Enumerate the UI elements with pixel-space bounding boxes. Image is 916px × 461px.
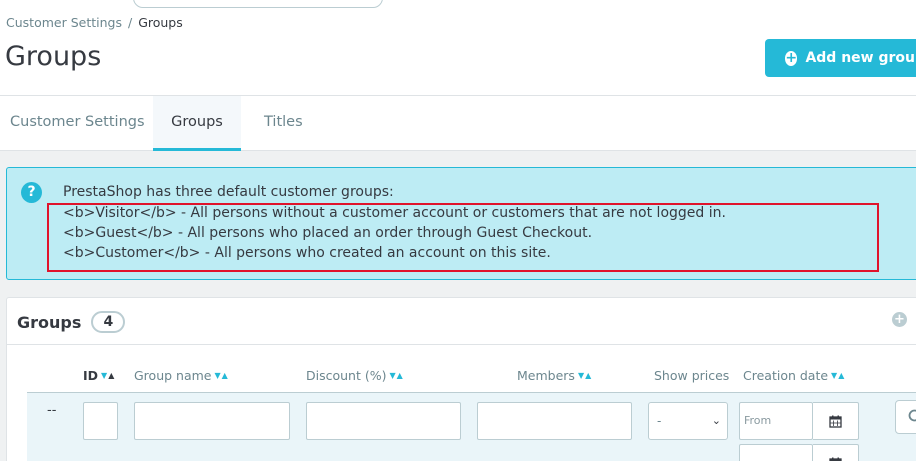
panel-add-icon[interactable]: + <box>892 312 907 327</box>
column-header-group-name[interactable]: Group name ▼▲ <box>134 368 229 383</box>
column-header-discount-label: Discount (%) <box>306 368 387 383</box>
calendar-icon <box>829 457 842 461</box>
id-filter-input[interactable] <box>83 402 118 440</box>
sort-arrows-icon[interactable]: ▼▲ <box>101 371 115 380</box>
highlight-annotation-box <box>47 203 879 272</box>
tab-groups[interactable]: Groups <box>153 96 241 151</box>
sort-arrows-icon[interactable]: ▼▲ <box>214 371 228 380</box>
top-search-input[interactable] <box>133 0 383 8</box>
breadcrumb: Customer Settings / Groups <box>6 15 183 30</box>
sort-arrows-icon[interactable]: ▼▲ <box>831 371 845 380</box>
breadcrumb-parent-link[interactable]: Customer Settings <box>6 15 122 30</box>
column-header-group-name-label: Group name <box>134 368 212 383</box>
calendar-button[interactable] <box>813 402 859 440</box>
sort-arrows-icon[interactable]: ▼▲ <box>578 371 592 380</box>
column-header-discount[interactable]: Discount (%) ▼▲ <box>306 368 404 383</box>
filter-row-marker: -- <box>47 403 57 418</box>
column-header-creation-date[interactable]: Creation date ▼▲ <box>743 368 845 383</box>
sort-arrows-icon[interactable]: ▼▲ <box>389 371 403 380</box>
filter-row: -- - ⌄ From <box>27 392 916 461</box>
page-title: Groups <box>5 41 102 72</box>
calendar-icon <box>829 415 842 428</box>
panel-title-text: Groups <box>17 312 82 332</box>
date-from-input[interactable]: From <box>739 402 813 440</box>
groups-panel: Groups 4 + ID ▼▲ Group name ▼▲ Discount … <box>6 297 916 461</box>
column-header-members-label: Members <box>517 368 575 383</box>
alert-line-intro: PrestaShop has three default customer gr… <box>63 184 394 200</box>
discount-filter-input[interactable] <box>306 402 461 440</box>
tab-customer-settings[interactable]: Customer Settings <box>0 96 153 151</box>
column-header-members[interactable]: Members ▼▲ <box>517 368 592 383</box>
page-header: Customer Settings / Groups Groups + Add ne… <box>0 0 916 96</box>
panel-divider <box>7 344 916 345</box>
column-header-id[interactable]: ID ▼▲ <box>83 368 115 383</box>
chevron-down-icon: ⌄ <box>711 414 721 427</box>
column-header-id-label: ID <box>83 368 99 383</box>
tab-titles[interactable]: Titles <box>264 96 324 151</box>
add-new-group-label: Add new group <box>805 50 916 66</box>
show-prices-value: - <box>657 414 662 428</box>
column-header-creation-date-label: Creation date <box>743 368 829 383</box>
column-header-show-prices: Show prices <box>654 368 729 383</box>
tab-bar: Customer Settings Groups Titles <box>0 96 916 151</box>
breadcrumb-separator: / <box>127 15 133 30</box>
add-new-group-button[interactable]: + Add new group <box>765 39 916 77</box>
plus-circle-icon: + <box>785 49 798 66</box>
date-to-input[interactable] <box>739 444 813 461</box>
members-filter-input[interactable] <box>477 402 632 440</box>
search-button[interactable] <box>895 400 916 434</box>
count-badge: 4 <box>91 311 126 333</box>
group-name-filter-input[interactable] <box>134 402 290 440</box>
breadcrumb-current: Groups <box>138 15 183 30</box>
question-circle-icon: ? <box>21 182 42 203</box>
column-header-show-prices-label: Show prices <box>654 368 730 383</box>
show-prices-select[interactable]: - ⌄ <box>648 402 728 440</box>
search-icon <box>908 409 916 422</box>
calendar-button-to[interactable] <box>813 444 859 461</box>
panel-title: Groups 4 <box>17 311 126 333</box>
